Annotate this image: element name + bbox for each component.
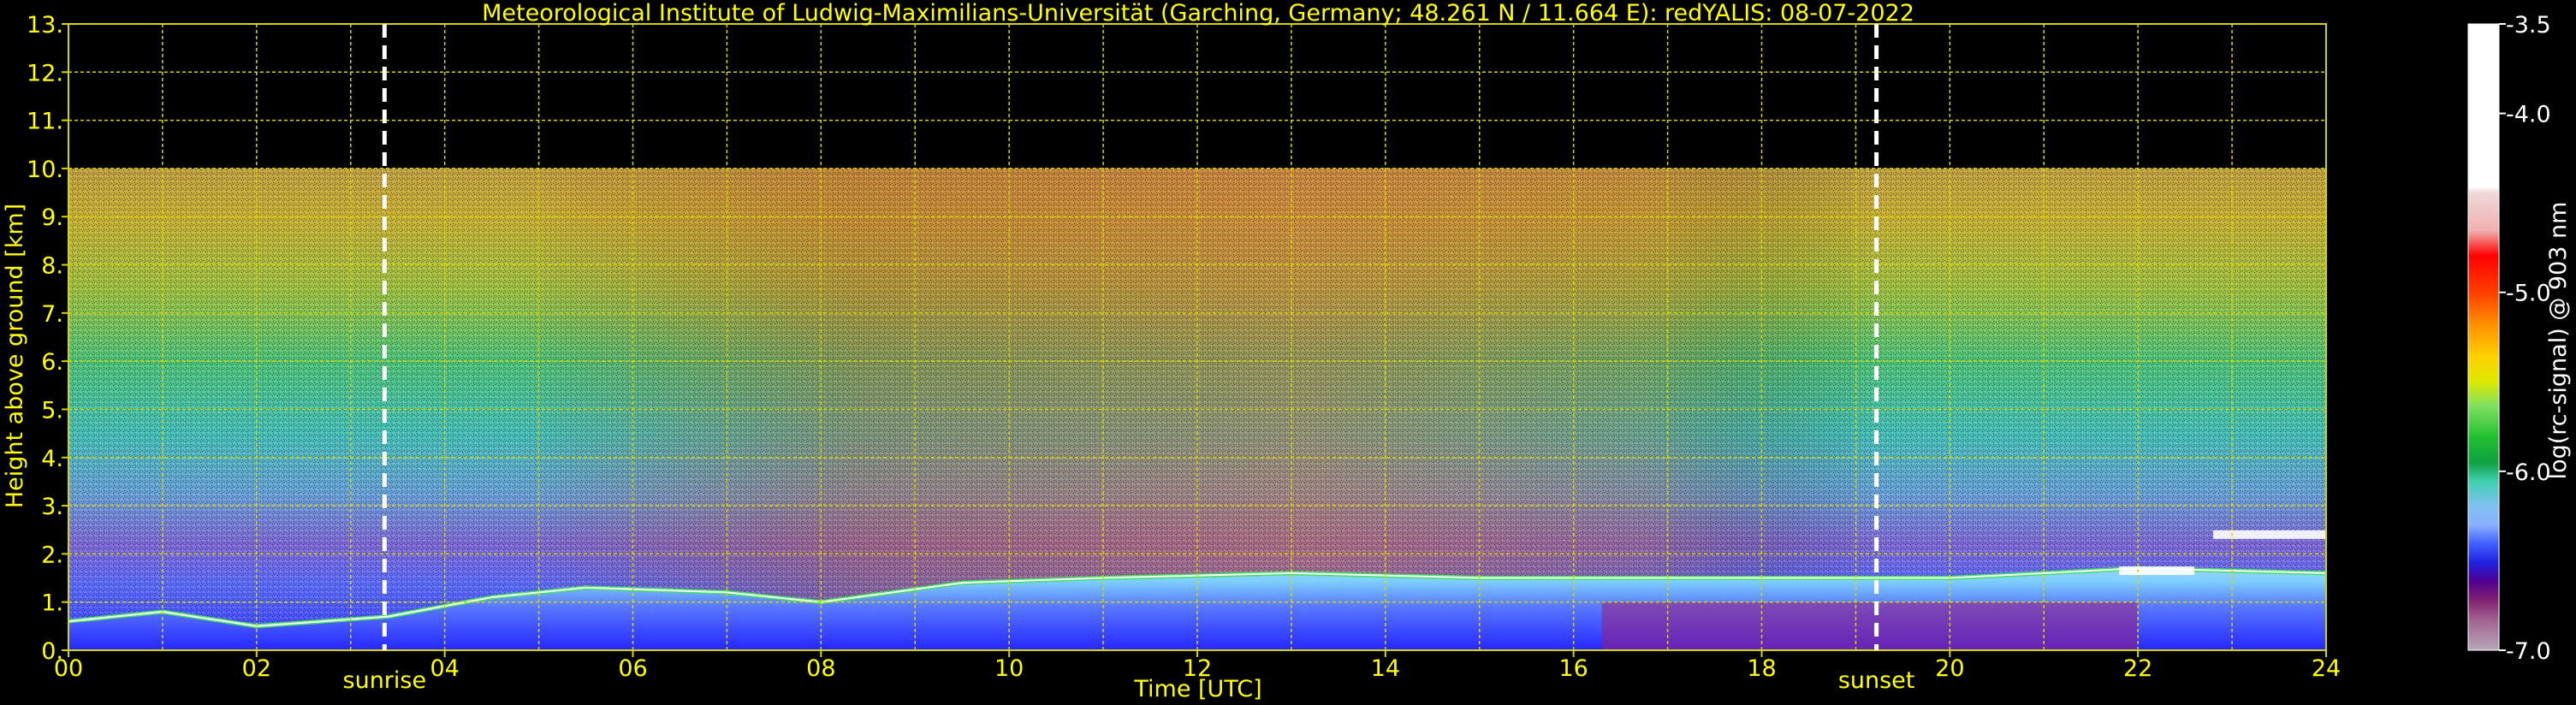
colorbar-tick-label: -7.0 bbox=[2506, 638, 2551, 665]
x-tick-label: 20 bbox=[1935, 655, 1964, 682]
x-tick-label: 02 bbox=[242, 655, 271, 682]
x-tick-label: 08 bbox=[806, 655, 835, 682]
chart-title: Meteorological Institute of Ludwig-Maxim… bbox=[482, 0, 1914, 27]
y-tick-label: 13. bbox=[27, 12, 63, 39]
y-tick-label: 10. bbox=[27, 157, 63, 183]
y-tick-label: 4. bbox=[41, 446, 63, 472]
event-label-sunset: sunset bbox=[1838, 667, 1915, 694]
y-tick-label: 2. bbox=[41, 542, 63, 568]
cloud-layer bbox=[2213, 530, 2326, 539]
colorbar-tick-label: -5.0 bbox=[2506, 281, 2551, 307]
y-tick-label: 8. bbox=[41, 253, 63, 280]
residual-layer bbox=[1601, 601, 2139, 650]
colorbar-label: log(rc-signal) @ 903 nm bbox=[2545, 202, 2572, 480]
x-tick-label: 24 bbox=[2312, 655, 2341, 682]
x-tick-label: 16 bbox=[1558, 655, 1588, 682]
y-tick-label: 5. bbox=[41, 397, 63, 424]
y-tick-label: 0. bbox=[41, 638, 63, 665]
x-tick-label: 06 bbox=[618, 655, 647, 682]
x-tick-label: 04 bbox=[430, 655, 459, 682]
y-tick-label: 12. bbox=[27, 60, 63, 86]
colorbar-tick-label: -3.5 bbox=[2506, 12, 2551, 39]
y-tick-label: 7. bbox=[41, 301, 63, 328]
event-label-sunrise: sunrise bbox=[343, 667, 427, 694]
cloud-layer bbox=[2119, 566, 2195, 576]
x-tick-label: 18 bbox=[1747, 655, 1776, 682]
x-tick-label: 22 bbox=[2123, 655, 2152, 682]
colorbar-tick-label: -4.0 bbox=[2506, 102, 2551, 128]
y-tick-label: 9. bbox=[41, 204, 63, 231]
y-tick-label: 11. bbox=[27, 109, 63, 135]
y-tick-label: 1. bbox=[41, 590, 63, 617]
x-tick-label: 10 bbox=[994, 655, 1024, 682]
y-tick-label: 3. bbox=[41, 494, 63, 520]
x-tick-label: 14 bbox=[1371, 655, 1400, 682]
lidar-chart: 00 02 04 06 08 10 12 14 16 18 20 22 240.1.2.3.4.5.6.… bbox=[2, 0, 2572, 702]
colorbar-tick-label: -6.0 bbox=[2506, 459, 2551, 486]
x-axis-label: Time [UTC] bbox=[1133, 676, 1261, 702]
colorbar-gradient bbox=[2468, 24, 2499, 650]
y-axis-label: Height above ground [km] bbox=[2, 204, 28, 508]
colorbar: -3.5 -4.0 -5.0 -6.0 -7.0 bbox=[2467, 12, 2551, 665]
y-tick-label: 6. bbox=[41, 349, 63, 376]
